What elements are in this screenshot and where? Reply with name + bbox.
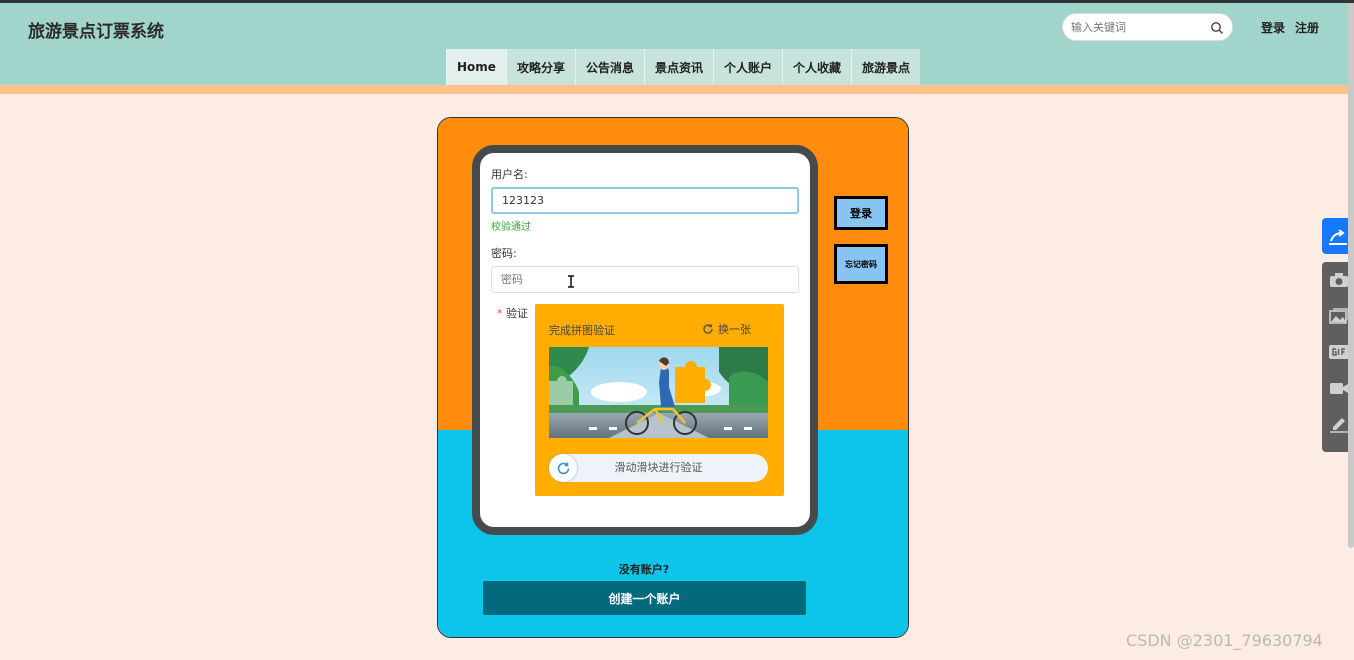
login-link[interactable]: 登录 bbox=[1261, 19, 1285, 36]
watermark-text: CSDN @2301_79630794 bbox=[1126, 631, 1323, 650]
search-box bbox=[1062, 13, 1233, 41]
captcha-refresh-label: 换一张 bbox=[718, 323, 751, 336]
video-icon[interactable] bbox=[1328, 378, 1350, 398]
nav-item-guides[interactable]: 攻略分享 bbox=[505, 49, 575, 85]
password-label: 密码: bbox=[491, 247, 517, 260]
refresh-icon bbox=[557, 462, 569, 474]
text-cursor-icon bbox=[568, 275, 574, 288]
nav-item-account[interactable]: 个人账户 bbox=[712, 49, 782, 85]
no-account-text: 没有账户? bbox=[618, 563, 670, 576]
captcha-slider-text: 滑动滑块进行验证 bbox=[614, 461, 703, 474]
verify-label: * 验证 bbox=[497, 305, 528, 321]
password-input[interactable] bbox=[491, 266, 799, 293]
forgot-password-button[interactable]: 忘记密码 bbox=[834, 244, 888, 284]
header-accent-band bbox=[0, 85, 1354, 94]
captcha-puzzle-image bbox=[549, 347, 768, 438]
nav-item-favorites[interactable]: 个人收藏 bbox=[782, 49, 852, 85]
main-nav: Home 攻略分享 公告消息 景点资讯 个人账户 个人收藏 旅游景点 bbox=[446, 49, 921, 85]
site-title: 旅游景点订票系统 bbox=[28, 22, 164, 42]
create-account-button[interactable]: 创建一个账户 bbox=[483, 581, 806, 615]
image-icon[interactable] bbox=[1328, 306, 1350, 326]
refresh-icon bbox=[703, 324, 713, 334]
pen-icon[interactable] bbox=[1328, 414, 1350, 434]
camera-icon[interactable] bbox=[1328, 270, 1350, 290]
puzzle-captcha: 完成拼图验证 换一张 滑动滑块进行验证 bbox=[535, 304, 784, 496]
nav-item-attraction-news[interactable]: 景点资讯 bbox=[643, 49, 713, 85]
search-input[interactable] bbox=[1071, 18, 1206, 36]
username-input[interactable] bbox=[491, 187, 799, 214]
verify-label-text: 验证 bbox=[506, 307, 528, 320]
nav-item-home[interactable]: Home bbox=[446, 49, 506, 85]
login-card: 用户名: 校验通过 密码: * 验证 完成拼图验证 换一张 bbox=[472, 145, 818, 535]
captcha-title: 完成拼图验证 bbox=[549, 324, 615, 337]
page-scrollbar[interactable] bbox=[1348, 3, 1354, 548]
captcha-slider-handle[interactable] bbox=[549, 454, 577, 482]
nav-item-attractions[interactable]: 旅游景点 bbox=[851, 49, 921, 85]
share-icon bbox=[1329, 229, 1347, 245]
site-header: 旅游景点订票系统 登录 注册 Home 攻略分享 公告消息 景点资讯 个人账户 … bbox=[0, 3, 1354, 85]
register-link[interactable]: 注册 bbox=[1295, 19, 1319, 36]
gif-icon[interactable] bbox=[1328, 342, 1350, 362]
search-icon[interactable] bbox=[1210, 20, 1224, 34]
login-panel: 用户名: 校验通过 密码: * 验证 完成拼图验证 换一张 bbox=[437, 117, 909, 638]
nav-item-notices[interactable]: 公告消息 bbox=[574, 49, 644, 85]
captcha-slider-track: 滑动滑块进行验证 bbox=[549, 454, 768, 482]
username-label: 用户名: bbox=[491, 168, 528, 181]
login-button[interactable]: 登录 bbox=[834, 196, 888, 230]
username-validation-status: 校验通过 bbox=[491, 222, 531, 233]
captcha-refresh-button[interactable]: 换一张 bbox=[702, 321, 751, 337]
required-star: * bbox=[497, 307, 506, 320]
